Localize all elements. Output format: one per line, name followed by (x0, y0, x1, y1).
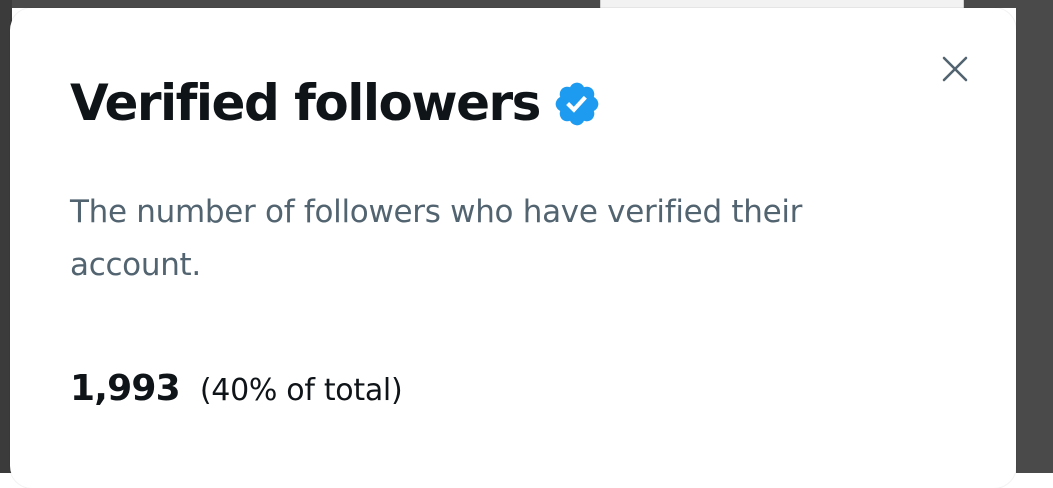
verified-followers-percent: (40% of total) (199, 373, 403, 408)
verified-followers-dialog: Verified followers The number of followe… (10, 8, 1016, 488)
background-right-strip (1016, 0, 1053, 473)
dialog-description: The number of followers who have verifie… (70, 194, 803, 283)
verified-stat: 1,993 (40% of total) (70, 368, 403, 409)
verified-badge-icon (552, 79, 602, 129)
verified-followers-count: 1,993 (70, 368, 181, 409)
title-row: Verified followers (70, 76, 602, 131)
close-icon (942, 56, 968, 82)
dialog-title: Verified followers (70, 74, 541, 132)
close-button[interactable] (934, 48, 976, 90)
